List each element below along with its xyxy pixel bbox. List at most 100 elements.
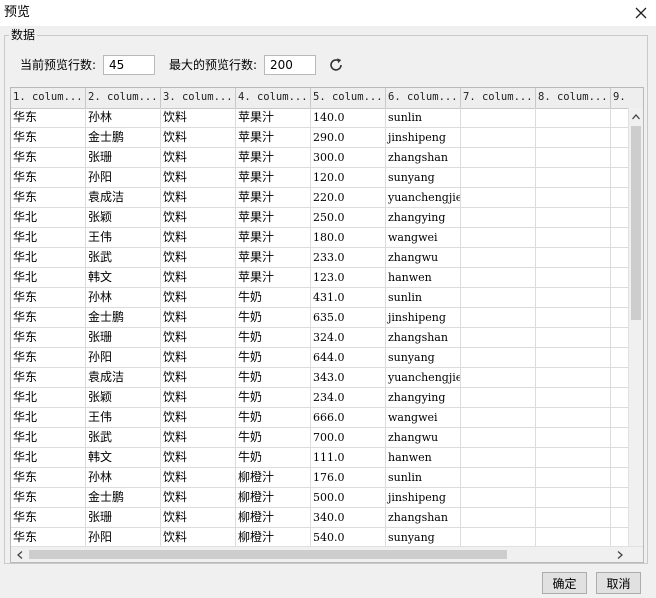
table-row[interactable]: 华北 张颖 饮料 苹果汁 250.0 zhangying (11, 208, 628, 228)
table-cell: 牛奶 (236, 328, 311, 347)
table-row[interactable]: 华东 张珊 饮料 柳橙汁 340.0 zhangshan (11, 508, 628, 528)
table-cell: 饮料 (161, 488, 236, 507)
table-cell: 500.0 (311, 488, 386, 507)
table-cell: 华东 (11, 108, 86, 127)
table-cell (461, 468, 536, 487)
table-row[interactable]: 华东 张珊 饮料 牛奶 324.0 zhangshan (11, 328, 628, 348)
vertical-scrollbar[interactable] (628, 108, 643, 546)
table-row[interactable]: 华东 孙林 饮料 牛奶 431.0 sunlin (11, 288, 628, 308)
table-cell: 华北 (11, 208, 86, 227)
table-cell (461, 528, 536, 546)
table-row[interactable]: 华北 王伟 饮料 牛奶 666.0 wangwei (11, 408, 628, 428)
table-cell (461, 288, 536, 307)
table-cell (461, 388, 536, 407)
table-cell (536, 188, 611, 207)
chevron-right-icon (617, 551, 623, 559)
table-cell: 韩文 (86, 448, 161, 467)
table-cell (461, 328, 536, 347)
close-button[interactable] (626, 0, 656, 26)
table-row[interactable]: 华东 金士鹏 饮料 牛奶 635.0 jinshipeng (11, 308, 628, 328)
title-bar: 预览 (0, 0, 656, 26)
refresh-icon (330, 58, 342, 71)
table-cell (536, 408, 611, 427)
table-cell: sunyang (386, 168, 461, 187)
table-cell: 290.0 (311, 128, 386, 147)
table-cell: 王伟 (86, 228, 161, 247)
table-cell: sunyang (386, 348, 461, 367)
table-cell (536, 268, 611, 287)
table-cell: wangwei (386, 228, 461, 247)
table-cell: 孙阳 (86, 168, 161, 187)
ok-button[interactable]: 确定 (542, 572, 587, 594)
column-header[interactable]: 5. colum... (311, 88, 386, 108)
table-row[interactable]: 华东 孙阳 饮料 柳橙汁 540.0 sunyang (11, 528, 628, 546)
table-cell: 柳橙汁 (236, 468, 311, 487)
table-cell: 饮料 (161, 348, 236, 367)
table-row[interactable]: 华北 韩文 饮料 苹果汁 123.0 hanwen (11, 268, 628, 288)
column-header[interactable]: 9. (611, 88, 627, 108)
table-row[interactable]: 华北 韩文 饮料 牛奶 111.0 hanwen (11, 448, 628, 468)
table-cell: 饮料 (161, 428, 236, 447)
table-cell: jinshipeng (386, 488, 461, 507)
table-cell (461, 188, 536, 207)
table-row[interactable]: 华东 孙阳 饮料 苹果汁 120.0 sunyang (11, 168, 628, 188)
table-cell (536, 388, 611, 407)
table-cell: 张颖 (86, 388, 161, 407)
table-cell: 华东 (11, 468, 86, 487)
max-rows-input[interactable] (264, 55, 316, 75)
table-cell: 华北 (11, 248, 86, 267)
table-cell (536, 288, 611, 307)
table-cell (536, 348, 611, 367)
table-row[interactable]: 华东 金士鹏 饮料 柳橙汁 500.0 jinshipeng (11, 488, 628, 508)
table-row[interactable]: 华东 金士鹏 饮料 苹果汁 290.0 jinshipeng (11, 128, 628, 148)
column-header[interactable]: 7. colum... (461, 88, 536, 108)
table-cell: 饮料 (161, 448, 236, 467)
vertical-scroll-thumb[interactable] (631, 126, 641, 320)
column-header[interactable]: 8. colum... (536, 88, 611, 108)
table-row[interactable]: 华北 张武 饮料 牛奶 700.0 zhangwu (11, 428, 628, 448)
scroll-right-button[interactable] (613, 548, 627, 562)
table-cell: 牛奶 (236, 368, 311, 387)
scroll-up-button[interactable] (629, 110, 643, 124)
table-cell: 233.0 (311, 248, 386, 267)
table-row[interactable]: 华北 王伟 饮料 苹果汁 180.0 wangwei (11, 228, 628, 248)
column-header[interactable]: 6. colum... (386, 88, 461, 108)
table-cell: 饮料 (161, 408, 236, 427)
table-cell: 饮料 (161, 388, 236, 407)
table-row[interactable]: 华东 袁成洁 饮料 苹果汁 220.0 yuanchengjie (11, 188, 628, 208)
scroll-left-button[interactable] (13, 548, 27, 562)
table-row[interactable]: 华北 张武 饮料 苹果汁 233.0 zhangwu (11, 248, 628, 268)
column-header[interactable]: 1. colum... (11, 88, 86, 108)
refresh-button[interactable] (327, 56, 345, 74)
table-row[interactable]: 华北 张颖 饮料 牛奶 234.0 zhangying (11, 388, 628, 408)
table-cell: 华北 (11, 408, 86, 427)
current-rows-label: 当前预览行数: (20, 58, 97, 72)
table-row[interactable]: 华东 张珊 饮料 苹果汁 300.0 zhangshan (11, 148, 628, 168)
cancel-button[interactable]: 取消 (596, 572, 641, 594)
table-cell: 王伟 (86, 408, 161, 427)
table-cell (461, 208, 536, 227)
table-cell: 苹果汁 (236, 148, 311, 167)
table-row[interactable]: 华东 孙阳 饮料 牛奶 644.0 sunyang (11, 348, 628, 368)
horizontal-scroll-thumb[interactable] (29, 550, 507, 559)
table-row[interactable]: 华东 孙林 饮料 柳橙汁 176.0 sunlin (11, 468, 628, 488)
column-header[interactable]: 3. colum... (161, 88, 236, 108)
table-cell: 540.0 (311, 528, 386, 546)
table-cell: 袁成洁 (86, 188, 161, 207)
table-cell: 牛奶 (236, 448, 311, 467)
table-row[interactable]: 华东 孙林 饮料 苹果汁 140.0 sunlin (11, 108, 628, 128)
horizontal-scrollbar[interactable] (11, 546, 643, 562)
table-cell: 金士鹏 (86, 308, 161, 327)
table-cell: sunyang (386, 528, 461, 546)
table-cell: 苹果汁 (236, 228, 311, 247)
table-cell: zhangwu (386, 248, 461, 267)
table-cell: 华东 (11, 148, 86, 167)
table-cell: zhangying (386, 388, 461, 407)
column-header[interactable]: 4. colum... (236, 88, 311, 108)
column-header[interactable]: 2. colum... (86, 88, 161, 108)
table-cell (461, 228, 536, 247)
table-row[interactable]: 华东 袁成洁 饮料 牛奶 343.0 yuanchengjie (11, 368, 628, 388)
table-cell (536, 368, 611, 387)
current-rows-input[interactable] (103, 55, 155, 75)
table-cell (536, 228, 611, 247)
